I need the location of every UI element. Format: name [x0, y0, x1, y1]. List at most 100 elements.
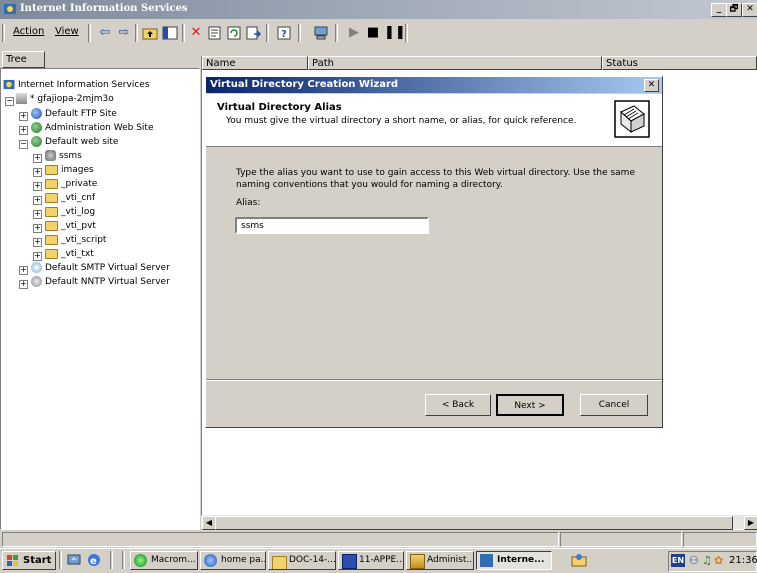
start-icon[interactable]: ▶ [346, 25, 362, 41]
start-button[interactable]: Start [2, 551, 56, 570]
cancel-button[interactable]: Cancel [580, 394, 648, 416]
dialog-close-button[interactable]: ✕ [644, 79, 659, 92]
menu-action[interactable]: Action [13, 26, 44, 37]
help-icon[interactable]: ? [276, 25, 292, 41]
menu-view[interactable]: View [55, 26, 79, 37]
export-list-icon[interactable] [245, 25, 262, 41]
tree-item-vti-cnf[interactable]: _vti_cnf [45, 192, 95, 205]
status-cell [560, 532, 682, 547]
tree-item-label: _vti_txt [61, 249, 94, 259]
properties-icon[interactable] [207, 25, 223, 41]
tree-item-label: images [61, 165, 94, 175]
tree-item-vti-script[interactable]: _vti_script [45, 234, 106, 247]
start-label: Start [23, 555, 52, 566]
column-header-name[interactable]: Name [202, 56, 308, 70]
window-title: Internet Information Services [20, 3, 188, 14]
svg-text:e: e [90, 556, 97, 567]
tree-item-label: Default web site [45, 137, 119, 147]
expand-icon[interactable]: + [19, 112, 28, 121]
next-button[interactable]: Next > [496, 394, 564, 416]
tree-item-images[interactable]: images [45, 164, 94, 177]
taskbar-button-home-page[interactable]: home pa... [200, 551, 266, 570]
clock[interactable]: 21:36 [729, 552, 757, 569]
tree-item-vti-pvt[interactable]: _vti_pvt [45, 220, 96, 233]
expand-icon[interactable]: + [33, 182, 42, 191]
web-site-icon [31, 122, 42, 133]
tree-item-server[interactable]: * gfajiopa-2mjm3o [16, 93, 114, 106]
folder-icon [45, 192, 58, 203]
network-icon[interactable]: ⚇ [689, 552, 699, 569]
expand-icon[interactable]: + [33, 168, 42, 177]
expand-icon[interactable]: + [19, 280, 28, 289]
ie-icon[interactable]: e [86, 552, 102, 568]
tree-item-label: _private [61, 179, 98, 189]
dialog-title-bar[interactable]: Virtual Directory Creation Wizard ✕ [206, 77, 662, 93]
folder-icon [45, 164, 58, 175]
tree-item-admin-site[interactable]: Administration Web Site [31, 122, 153, 135]
show-desktop-icon[interactable] [66, 552, 82, 568]
volume-icon[interactable]: ♫ [702, 552, 712, 569]
scroll-thumb[interactable] [215, 516, 733, 530]
nntp-icon [31, 276, 42, 287]
expand-icon[interactable]: + [19, 126, 28, 135]
tree-item-vti-txt[interactable]: _vti_txt [45, 248, 94, 261]
tree-item-ssms[interactable]: ssms [45, 150, 82, 163]
delete-icon[interactable]: ✕ [188, 25, 204, 41]
computer-icon[interactable] [313, 25, 329, 41]
forward-icon[interactable]: ⇨ [116, 25, 132, 41]
column-header-path[interactable]: Path [308, 56, 602, 70]
back-button[interactable]: < Back [425, 394, 491, 416]
scroll-left-icon[interactable]: ◀ [202, 516, 216, 530]
taskbar-button-iis[interactable]: Interne... [476, 551, 552, 570]
network-folder-icon[interactable] [571, 552, 587, 568]
iis-icon [480, 554, 493, 567]
tree-item-private[interactable]: _private [45, 178, 97, 191]
tree-item-default-web-site[interactable]: Default web site [31, 136, 118, 149]
iis-icon [4, 4, 16, 14]
svg-text:?: ? [281, 29, 287, 40]
restore-button[interactable]: 🗗 [726, 3, 742, 17]
stop-icon[interactable]: ■ [365, 25, 381, 41]
language-indicator[interactable]: EN [671, 554, 685, 567]
tree-item-label: Default SMTP Virtual Server [45, 263, 170, 273]
scroll-right-icon[interactable]: ▶ [744, 516, 757, 530]
wizard-icon [614, 100, 650, 138]
expand-icon[interactable]: + [33, 252, 42, 261]
window-title-bar[interactable]: Internet Information Services _ 🗗 ✕ [0, 0, 757, 19]
tree-item-ftp-site[interactable]: Default FTP Site [31, 108, 117, 121]
tree-item-iis[interactable]: Internet Information Services [3, 79, 150, 92]
alias-input[interactable] [235, 217, 429, 234]
tree-item-smtp[interactable]: Default SMTP Virtual Server [31, 262, 170, 275]
expand-icon[interactable]: + [33, 196, 42, 205]
up-folder-icon[interactable] [142, 25, 158, 41]
dialog-divider [206, 379, 662, 381]
folder-icon [45, 220, 58, 231]
expand-icon[interactable]: + [33, 224, 42, 233]
tree-item-label: _vti_log [61, 207, 96, 217]
wizard-header: Virtual Directory Alias You must give th… [206, 94, 662, 147]
back-icon[interactable]: ⇦ [97, 25, 113, 41]
expand-icon[interactable]: + [19, 266, 28, 275]
tree-pane[interactable]: Internet Information Services − * gfajio… [0, 68, 200, 530]
ftp-site-icon [31, 108, 42, 119]
minimize-button[interactable]: _ [711, 3, 727, 17]
collapse-icon[interactable]: − [5, 97, 14, 106]
taskbar-button-appe[interactable]: 11-APPE... [338, 551, 404, 570]
tree-item-label: _vti_script [61, 235, 107, 245]
refresh-icon[interactable] [226, 25, 242, 41]
column-header-status[interactable]: Status [602, 56, 757, 70]
expand-icon[interactable]: + [33, 210, 42, 219]
tree-tab[interactable]: Tree [2, 51, 45, 68]
expand-icon[interactable]: + [33, 154, 42, 163]
show-hide-tree-icon[interactable] [162, 25, 178, 41]
expand-icon[interactable]: + [33, 238, 42, 247]
collapse-icon[interactable]: − [19, 140, 28, 149]
tree-item-nntp[interactable]: Default NNTP Virtual Server [31, 276, 170, 289]
tree-item-vti-log[interactable]: _vti_log [45, 206, 95, 219]
pause-icon[interactable]: ❚❚ [384, 25, 406, 41]
taskbar-button-doc[interactable]: DOC-14-... [268, 551, 336, 570]
taskbar-button-admin[interactable]: Administ... [406, 551, 474, 570]
taskbar-button-macromedia[interactable]: Macrom... [130, 551, 198, 570]
close-button[interactable]: ✕ [742, 3, 757, 17]
tray-app-icon[interactable]: ✿ [714, 552, 723, 569]
